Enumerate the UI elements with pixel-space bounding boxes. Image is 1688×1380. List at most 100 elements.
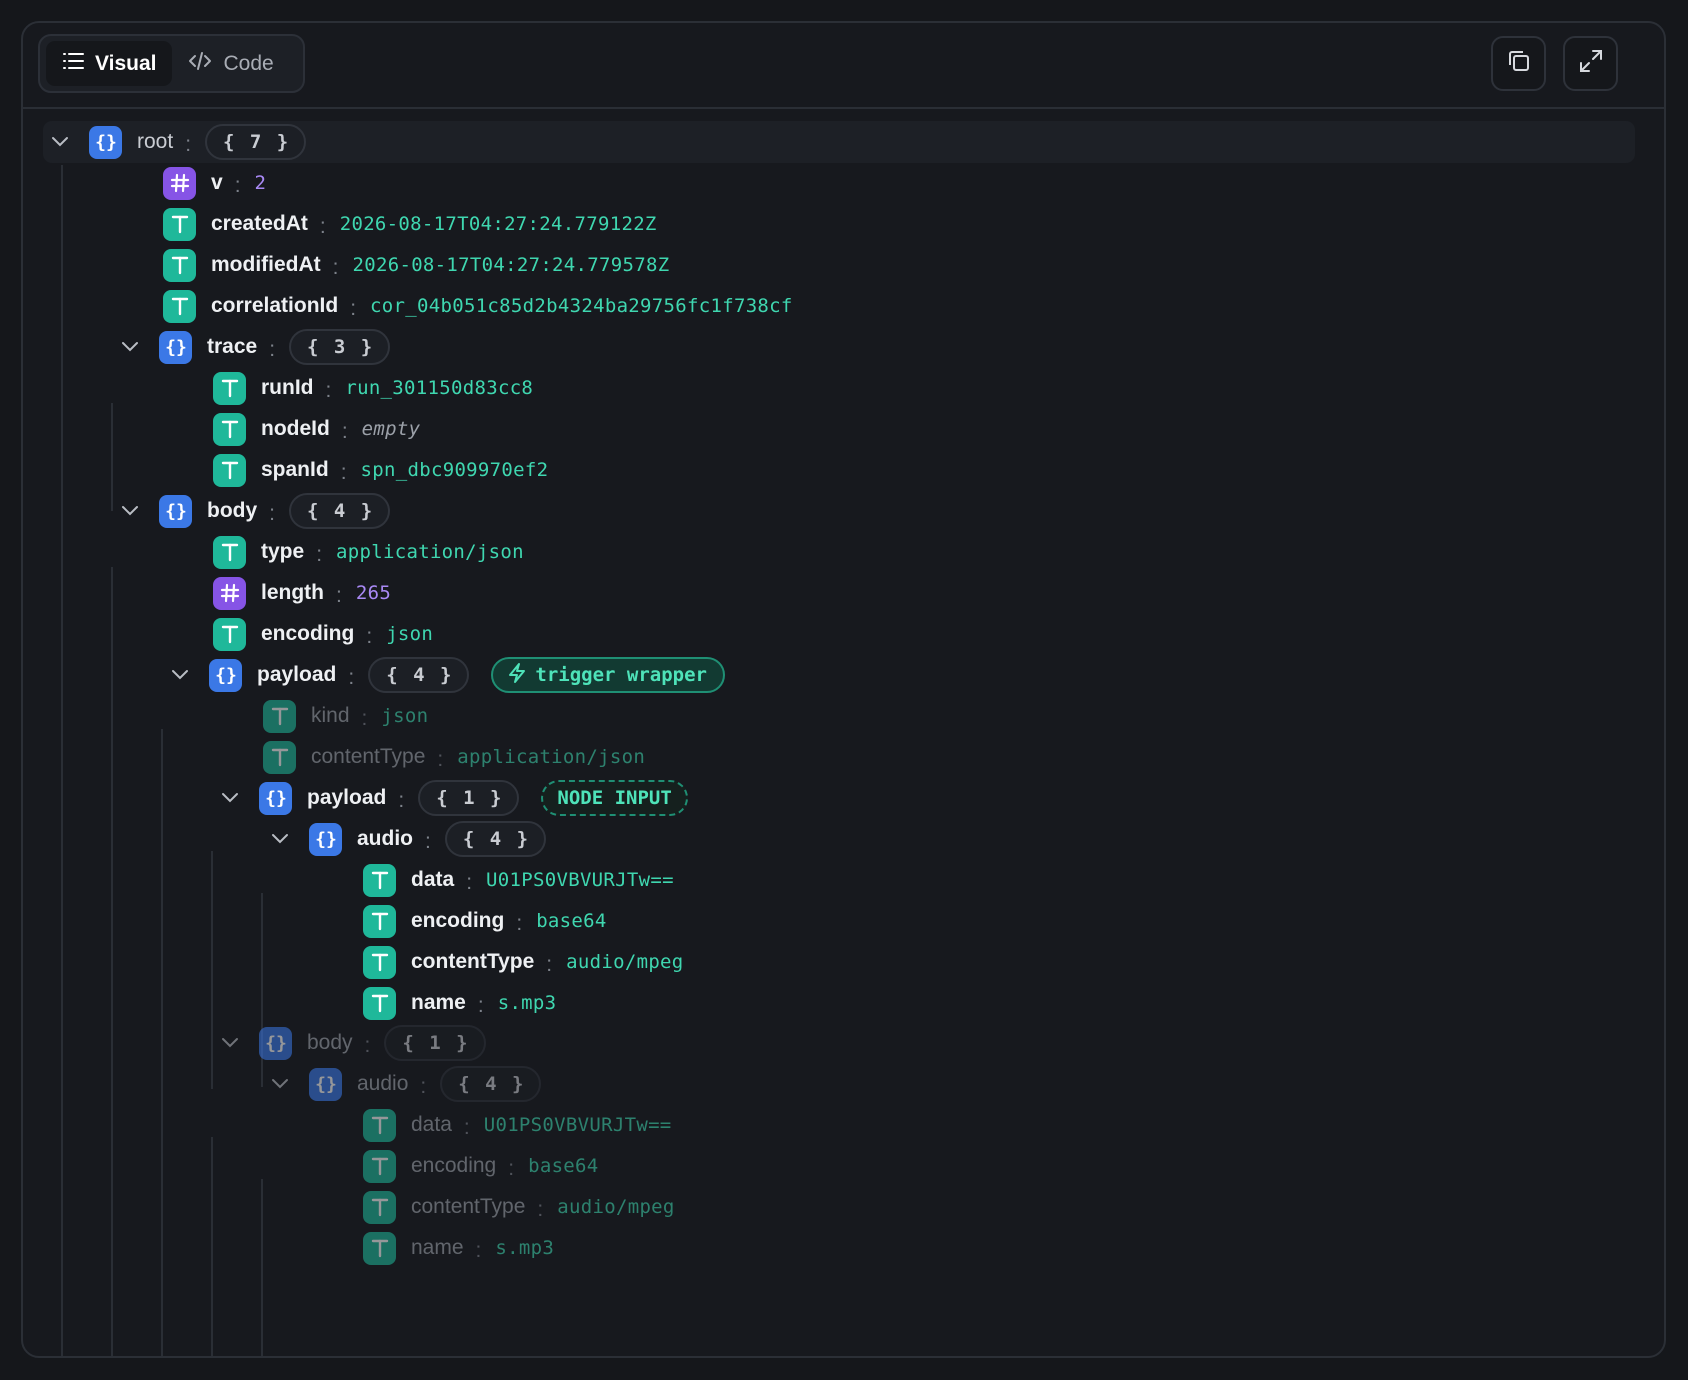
- tree-row[interactable]: v : 2: [163, 163, 266, 203]
- tree-key: nodeId: [261, 417, 330, 440]
- tree-row[interactable]: data : U01PS0VBVURJTw==: [363, 860, 674, 900]
- tree-row[interactable]: createdAt : 2026-08-17T04:27:24.779122Z: [163, 204, 657, 244]
- tree-row[interactable]: length : 265: [213, 573, 391, 613]
- object-type-icon: {}: [209, 658, 242, 692]
- chevron-down-icon[interactable]: [117, 498, 143, 524]
- tree-value-empty[interactable]: empty: [362, 418, 421, 440]
- tree-value[interactable]: s.mp3: [495, 1237, 554, 1259]
- chevron-down-icon[interactable]: [267, 826, 293, 852]
- svg-text:{}: {}: [165, 501, 187, 522]
- string-type-icon: [363, 986, 396, 1020]
- string-type-icon: [163, 207, 196, 241]
- tree-value[interactable]: application/json: [457, 746, 645, 768]
- tree-row[interactable]: contentType : audio/mpeg: [363, 1187, 675, 1227]
- json-tree: {} root : { 7 } v : 2 createdAt : 2026-0…: [23, 107, 1664, 1356]
- tree-row[interactable]: type : application/json: [213, 532, 524, 572]
- tree-key: encoding: [411, 1154, 497, 1177]
- indent-guide: [261, 1179, 263, 1356]
- chevron-down-icon[interactable]: [117, 334, 143, 360]
- svg-text:{}: {}: [165, 337, 187, 358]
- object-type-icon: {}: [259, 1026, 292, 1060]
- object-type-icon: {}: [159, 330, 192, 364]
- tree-key: kind: [311, 704, 350, 727]
- tree-row[interactable]: kind : json: [263, 696, 428, 736]
- tree-value[interactable]: 2: [255, 172, 267, 194]
- tree-value[interactable]: run_301150d83cc8: [345, 377, 533, 399]
- trigger-wrapper-label: trigger wrapper: [535, 664, 707, 686]
- number-type-icon: [213, 576, 246, 610]
- tree-value[interactable]: json: [386, 623, 433, 645]
- separator-colon: :: [398, 789, 405, 812]
- chevron-down-icon[interactable]: [217, 1030, 243, 1056]
- tree-row[interactable]: correlationId : cor_04b051c85d2b4324ba29…: [163, 286, 793, 326]
- tab-code[interactable]: Code: [172, 41, 289, 86]
- tree-row[interactable]: encoding : base64: [363, 1146, 599, 1186]
- string-type-icon: [363, 945, 396, 979]
- tree-value[interactable]: json: [381, 705, 428, 727]
- tree-value[interactable]: 2026-08-17T04:27:24.779578Z: [353, 254, 670, 276]
- separator-colon: :: [332, 256, 339, 279]
- tab-visual[interactable]: Visual: [46, 41, 173, 86]
- tree-key: contentType: [311, 745, 426, 768]
- separator-colon: :: [366, 625, 373, 648]
- string-type-icon: [263, 740, 296, 774]
- tree-row-inner-payload[interactable]: {} payload : { 1 } NODE INPUT: [217, 778, 688, 818]
- tree-row-audio[interactable]: {} audio : { 4 }: [267, 819, 547, 859]
- string-type-icon: [363, 1190, 396, 1224]
- tree-row[interactable]: contentType : audio/mpeg: [363, 942, 684, 982]
- chevron-down-icon[interactable]: [267, 1071, 293, 1097]
- string-type-icon: [163, 289, 196, 323]
- tree-value[interactable]: U01PS0VBVURJTw==: [486, 869, 674, 891]
- tree-key: name: [411, 1236, 464, 1259]
- tree-row[interactable]: contentType : application/json: [263, 737, 645, 777]
- tree-row-root[interactable]: {} root : { 7 }: [47, 122, 307, 162]
- copy-icon: [1506, 48, 1532, 79]
- tree-value[interactable]: audio/mpeg: [566, 951, 683, 973]
- tab-visual-label: Visual: [95, 51, 157, 75]
- tree-value[interactable]: cor_04b051c85d2b4324ba29756fc1f738cf: [370, 295, 793, 317]
- chevron-down-icon[interactable]: [217, 785, 243, 811]
- tree-value[interactable]: s.mp3: [498, 992, 557, 1014]
- tree-row-body[interactable]: {} body : { 4 }: [117, 491, 391, 531]
- child-count-badge: { 1 }: [418, 780, 520, 816]
- tree-row[interactable]: runId : run_301150d83cc8: [213, 368, 533, 408]
- view-mode-tabs: Visual Code: [38, 34, 305, 93]
- separator-colon: :: [537, 1198, 544, 1221]
- tree-value[interactable]: audio/mpeg: [557, 1196, 674, 1218]
- chevron-down-icon[interactable]: [167, 662, 193, 688]
- tree-value[interactable]: spn_dbc909970ef2: [361, 459, 549, 481]
- tree-value[interactable]: 2026-08-17T04:27:24.779122Z: [340, 213, 657, 235]
- separator-colon: :: [364, 1034, 371, 1057]
- chevron-down-icon[interactable]: [47, 129, 73, 155]
- separator-colon: :: [325, 379, 332, 402]
- tree-value[interactable]: U01PS0VBVURJTw==: [484, 1114, 672, 1136]
- tree-row-trace[interactable]: {} trace : { 3 }: [117, 327, 391, 367]
- tree-row[interactable]: modifiedAt : 2026-08-17T04:27:24.779578Z: [163, 245, 669, 285]
- tree-row[interactable]: name : s.mp3: [363, 1228, 554, 1268]
- tree-value[interactable]: base64: [528, 1155, 598, 1177]
- tree-value[interactable]: base64: [536, 910, 606, 932]
- copy-button[interactable]: [1491, 36, 1546, 91]
- expand-button[interactable]: [1563, 36, 1618, 91]
- tab-code-label: Code: [223, 51, 274, 75]
- tree-value[interactable]: 265: [356, 582, 391, 604]
- tree-row-inner-body[interactable]: {} body : { 1 }: [217, 1023, 486, 1063]
- tree-key: contentType: [411, 1195, 526, 1218]
- string-type-icon: [363, 1108, 396, 1142]
- separator-colon: :: [185, 133, 192, 156]
- tree-row[interactable]: encoding : base64: [363, 901, 607, 941]
- tree-row[interactable]: nodeId : empty: [213, 409, 420, 449]
- string-type-icon: [213, 371, 246, 405]
- expand-icon: [1578, 48, 1604, 79]
- child-count-badge: { 4 }: [440, 1066, 542, 1102]
- tree-row[interactable]: name : s.mp3: [363, 983, 556, 1023]
- tree-row[interactable]: encoding : json: [213, 614, 433, 654]
- tree-row[interactable]: data : U01PS0VBVURJTw==: [363, 1105, 672, 1145]
- tree-row-audio[interactable]: {} audio : { 4 }: [267, 1064, 542, 1104]
- tree-key: root: [137, 130, 174, 153]
- string-type-icon: [213, 617, 246, 651]
- tree-row-payload[interactable]: {} payload : { 4 } trigger wrapper: [167, 655, 725, 695]
- tree-value[interactable]: application/json: [336, 541, 524, 563]
- tree-row[interactable]: spanId : spn_dbc909970ef2: [213, 450, 548, 490]
- viewer-header: Visual Code: [23, 23, 1664, 109]
